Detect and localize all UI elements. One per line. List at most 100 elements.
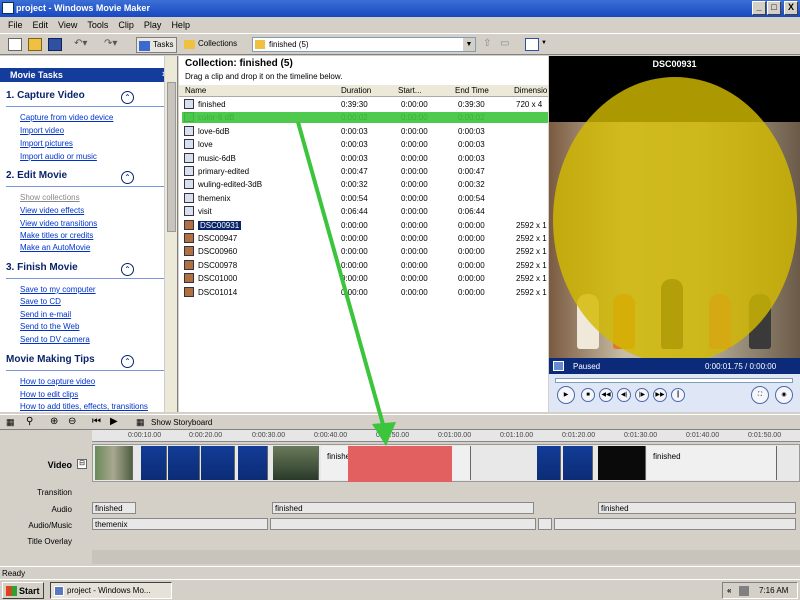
- task-import-pictures[interactable]: Import pictures: [20, 139, 73, 148]
- video-clip[interactable]: [537, 446, 561, 480]
- stop-icon[interactable]: ■: [581, 388, 595, 402]
- menu-tools[interactable]: Tools: [82, 17, 113, 33]
- task-send-email[interactable]: Send in e-mail: [20, 310, 71, 319]
- menu-file[interactable]: File: [0, 17, 28, 33]
- menu-view[interactable]: View: [53, 17, 82, 33]
- collection-row[interactable]: music-6dB 0:00:03 0:00:00 0:00:03: [179, 152, 548, 165]
- play-timeline-icon[interactable]: ▶: [110, 416, 118, 427]
- music-clip[interactable]: [270, 518, 536, 530]
- start-button[interactable]: Start: [2, 582, 44, 599]
- column-duration[interactable]: Duration: [341, 86, 371, 95]
- previous-frame-icon[interactable]: ◀◀: [599, 388, 613, 402]
- audio-clip[interactable]: finished: [598, 502, 796, 514]
- task-save-cd[interactable]: Save to CD: [20, 297, 61, 306]
- collapse-tips-icon[interactable]: ⌃: [121, 355, 134, 368]
- show-storyboard-button[interactable]: Show Storyboard: [151, 418, 212, 427]
- collection-row[interactable]: themenix 0:00:54 0:00:00 0:00:54: [179, 192, 548, 205]
- minimize-button[interactable]: _: [752, 1, 766, 15]
- video-clip[interactable]: [201, 446, 235, 480]
- video-clip[interactable]: [141, 446, 167, 480]
- collapse-edit-icon[interactable]: ⌃: [121, 171, 134, 184]
- tip-capture-video[interactable]: How to capture video: [20, 377, 95, 386]
- task-view-effects[interactable]: View video effects: [20, 206, 84, 215]
- take-picture-icon[interactable]: ◉: [775, 386, 793, 404]
- task-view-transitions[interactable]: View video transitions: [20, 219, 97, 228]
- video-clip[interactable]: [238, 446, 268, 480]
- restore-button[interactable]: □: [767, 1, 781, 15]
- tasks-scroll-thumb[interactable]: [167, 82, 176, 232]
- video-clip[interactable]: [95, 446, 133, 480]
- close-button[interactable]: X: [784, 1, 798, 15]
- collection-row[interactable]: wuling-edited-3dB 0:00:32 0:00:00 0:00:32: [179, 178, 548, 191]
- forward-icon[interactable]: |▶: [635, 388, 649, 402]
- full-screen-icon[interactable]: ⛶: [751, 386, 769, 404]
- collection-row[interactable]: color-6 dB 0:00:02 0:00:00 0:00:02: [179, 111, 548, 124]
- collection-row[interactable]: DSC00931 0:00:00 0:00:00 0:00:00 2592 x 1: [179, 219, 548, 232]
- task-show-collections[interactable]: Show collections: [20, 193, 80, 202]
- next-frame-icon[interactable]: ▶▶: [653, 388, 667, 402]
- section-finish-movie[interactable]: 3. Finish Movie: [6, 262, 78, 273]
- audio-clip[interactable]: finished: [92, 502, 136, 514]
- collection-row[interactable]: DSC00947 0:00:00 0:00:00 0:00:00 2592 x 1: [179, 232, 548, 245]
- open-project-icon[interactable]: [28, 38, 42, 51]
- task-capture-from-device[interactable]: Capture from video device: [20, 113, 113, 122]
- taskbar-window-button[interactable]: project - Windows Mo...: [50, 582, 172, 599]
- video-clip[interactable]: [563, 446, 593, 480]
- tip-add-titles[interactable]: How to add titles, effects, transitions: [20, 402, 148, 411]
- menu-help[interactable]: Help: [166, 17, 195, 33]
- split-icon[interactable]: ┃: [671, 388, 685, 402]
- tasks-scrollbar[interactable]: [164, 56, 177, 412]
- collection-row[interactable]: love-6dB 0:00:03 0:00:00 0:00:03: [179, 125, 548, 138]
- video-clip[interactable]: [598, 446, 646, 480]
- collection-row[interactable]: primary-edited 0:00:47 0:00:00 0:00:47: [179, 165, 548, 178]
- new-project-icon[interactable]: [8, 38, 22, 51]
- timeline-icon[interactable]: ▦: [6, 417, 15, 428]
- task-make-automovie[interactable]: Make an AutoMovie: [20, 243, 90, 252]
- video-clip[interactable]: [273, 446, 319, 480]
- collapse-finish-icon[interactable]: ⌃: [121, 263, 134, 276]
- task-send-dv[interactable]: Send to DV camera: [20, 335, 90, 344]
- chevron-down-icon[interactable]: ▼: [463, 38, 475, 51]
- set-audio-levels-icon[interactable]: ⚲: [26, 416, 33, 427]
- new-collection-icon[interactable]: ▭: [500, 38, 514, 51]
- menu-clip[interactable]: Clip: [113, 17, 139, 33]
- audio-clip[interactable]: finished: [272, 502, 534, 514]
- column-dimensions[interactable]: Dimensio: [514, 86, 547, 95]
- column-end-time[interactable]: End Time: [455, 86, 489, 95]
- menu-edit[interactable]: Edit: [28, 17, 54, 33]
- seek-bar[interactable]: [555, 378, 793, 383]
- play-icon[interactable]: ▶: [557, 386, 575, 404]
- zoom-out-icon[interactable]: ⊖: [68, 416, 76, 427]
- save-project-icon[interactable]: [48, 38, 62, 51]
- music-clip[interactable]: [554, 518, 796, 530]
- views-icon[interactable]: [525, 38, 539, 51]
- tip-edit-clips[interactable]: How to edit clips: [20, 390, 78, 399]
- collection-row[interactable]: DSC00978 0:00:00 0:00:00 0:00:00 2592 x 1: [179, 259, 548, 272]
- video-clip[interactable]: [168, 446, 200, 480]
- collection-row[interactable]: visit 0:06:44 0:00:00 0:06:44: [179, 205, 548, 218]
- back-icon[interactable]: ◀|: [617, 388, 631, 402]
- redo-icon[interactable]: ↷▾: [104, 38, 117, 49]
- music-clip[interactable]: [538, 518, 552, 530]
- collection-row[interactable]: finished 0:39:30 0:00:00 0:39:30 720 x 4: [179, 98, 548, 111]
- volume-icon[interactable]: [739, 586, 749, 596]
- collections-button[interactable]: Collections: [182, 37, 240, 53]
- video-clip[interactable]: finished: [647, 446, 777, 480]
- expand-video-icon[interactable]: ⊟: [77, 459, 87, 469]
- task-import-video[interactable]: Import video: [20, 126, 64, 135]
- section-tips[interactable]: Movie Making Tips: [6, 354, 95, 365]
- collection-row[interactable]: DSC01000 0:00:00 0:00:00 0:00:00 2592 x 1: [179, 272, 548, 285]
- tasks-button[interactable]: Tasks: [136, 37, 178, 53]
- zoom-in-icon[interactable]: ⊕: [50, 416, 58, 427]
- menu-play[interactable]: Play: [139, 17, 167, 33]
- task-make-titles[interactable]: Make titles or credits: [20, 231, 93, 240]
- task-import-audio[interactable]: Import audio or music: [20, 152, 97, 161]
- collection-row[interactable]: DSC00960 0:00:00 0:00:00 0:00:00 2592 x 1: [179, 245, 548, 258]
- task-send-web[interactable]: Send to the Web: [20, 322, 79, 331]
- undo-icon[interactable]: ↶▾: [74, 38, 87, 49]
- column-start[interactable]: Start...: [398, 86, 422, 95]
- collection-dropdown[interactable]: finished (5) ▼: [252, 37, 476, 52]
- section-capture-video[interactable]: 1. Capture Video: [6, 90, 85, 101]
- rewind-timeline-icon[interactable]: ⏮: [92, 416, 101, 427]
- timeline-hscrollbar[interactable]: [92, 550, 800, 564]
